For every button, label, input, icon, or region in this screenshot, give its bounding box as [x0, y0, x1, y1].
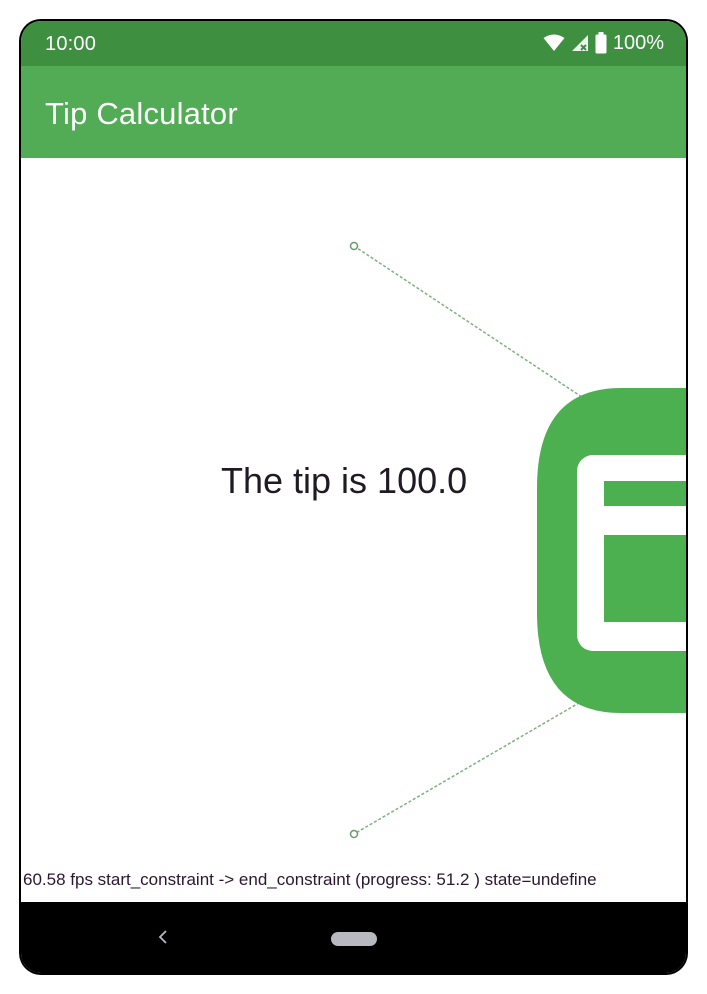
receipt-icon — [537, 388, 686, 713]
device-frame: 10:00 100% Tip Calculator The tip is 100… — [19, 19, 688, 975]
home-pill[interactable] — [331, 932, 377, 946]
app-title: Tip Calculator — [45, 96, 238, 131]
wifi-icon — [543, 34, 565, 52]
cell-signal-no-service-icon — [571, 34, 589, 52]
navigation-bar — [21, 902, 686, 973]
screen: 10:00 100% Tip Calculator The tip is 100… — [21, 21, 686, 973]
motion-debug-text: 60.58 fps start_constraint -> end_constr… — [23, 870, 597, 889]
motion-end-handle[interactable] — [349, 829, 359, 839]
app-bar: Tip Calculator — [21, 66, 686, 158]
motion-layout-overlay — [349, 241, 686, 839]
status-icons: 100% — [543, 31, 664, 55]
status-time: 10:00 — [45, 33, 97, 55]
battery-icon — [595, 32, 607, 54]
back-icon[interactable] — [153, 927, 173, 947]
motion-start-handle[interactable] — [349, 241, 359, 251]
status-bar: 10:00 100% — [21, 21, 686, 66]
tip-result-text: The tip is 100.0 — [221, 460, 468, 501]
content-area: The tip is 100.0 60.58 fps start_constra… — [21, 158, 686, 902]
battery-percent: 100% — [612, 31, 664, 54]
